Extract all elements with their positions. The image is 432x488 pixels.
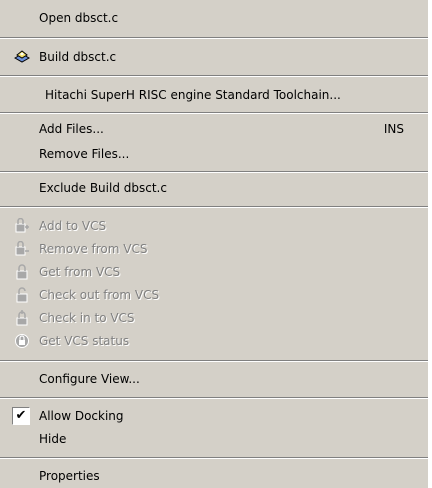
menu-item-add-files[interactable]: Add Files... INS: [0, 119, 428, 140]
menu-item-label: Add to VCS: [39, 219, 107, 233]
menu-item-label: Properties: [39, 469, 100, 483]
vcs-get-icon: [14, 264, 30, 280]
menu-separator: [0, 112, 428, 114]
menu-item-label: Check out from VCS: [39, 288, 160, 302]
menu-item-label: Build dbsct.c: [39, 50, 117, 64]
menu-separator: [0, 75, 428, 77]
vcs-checkout-icon: [14, 287, 30, 303]
context-menu: Open dbsct.c Build dbsct.c Hitachi Super…: [0, 0, 430, 488]
menu-item-label: Exclude Build dbsct.c: [39, 181, 167, 195]
menu-item-label: Allow Docking: [39, 409, 124, 423]
menu-item-open[interactable]: Open dbsct.c: [0, 8, 428, 29]
menu-item-label: Configure View...: [39, 372, 140, 386]
menu-item-add-to-vcs[interactable]: Add to VCS: [0, 216, 428, 237]
menu-separator: [0, 360, 428, 362]
menu-separator: [0, 397, 428, 399]
menu-separator: [0, 37, 428, 39]
menu-item-toolchain[interactable]: Hitachi SuperH RISC engine Standard Tool…: [0, 85, 428, 106]
checkmark-icon: ✔: [12, 407, 30, 425]
menu-item-label: Get from VCS: [39, 265, 121, 279]
menu-item-remove-from-vcs[interactable]: Remove from VCS: [0, 239, 428, 260]
menu-item-shortcut: INS: [383, 122, 404, 136]
menu-item-label: Remove from VCS: [39, 242, 148, 256]
menu-item-get-from-vcs[interactable]: Get from VCS: [0, 262, 428, 283]
menu-item-label: Get VCS status: [39, 334, 130, 348]
menu-item-allow-docking[interactable]: ✔ Allow Docking: [0, 406, 428, 427]
menu-separator: [0, 171, 428, 173]
menu-item-check-in-to-vcs[interactable]: Check in to VCS: [0, 308, 428, 329]
menu-item-exclude-build[interactable]: Exclude Build dbsct.c: [0, 178, 428, 199]
menu-item-properties[interactable]: Properties: [0, 466, 428, 487]
vcs-status-icon: [14, 333, 30, 349]
menu-item-check-out-from-vcs[interactable]: Check out from VCS: [0, 285, 428, 306]
vcs-add-icon: [14, 217, 30, 234]
menu-item-label: Check in to VCS: [39, 311, 135, 325]
menu-item-remove-files[interactable]: Remove Files...: [0, 144, 428, 165]
menu-item-build[interactable]: Build dbsct.c: [0, 47, 428, 68]
menu-item-label: Hide: [39, 432, 67, 446]
menu-item-label: Remove Files...: [39, 147, 130, 161]
menu-separator: [0, 206, 428, 208]
menu-item-hide[interactable]: Hide: [0, 429, 428, 450]
menu-item-get-vcs-status[interactable]: Get VCS status: [0, 331, 428, 352]
menu-item-label: Hitachi SuperH RISC engine Standard Tool…: [45, 88, 341, 102]
vcs-checkin-icon: [14, 310, 30, 326]
menu-item-configure-view[interactable]: Configure View...: [0, 369, 428, 390]
menu-item-label: Open dbsct.c: [39, 11, 119, 25]
menu-separator: [0, 457, 428, 459]
build-icon: [13, 49, 31, 65]
vcs-remove-icon: [14, 240, 30, 257]
menu-item-label: Add Files...: [39, 122, 104, 136]
